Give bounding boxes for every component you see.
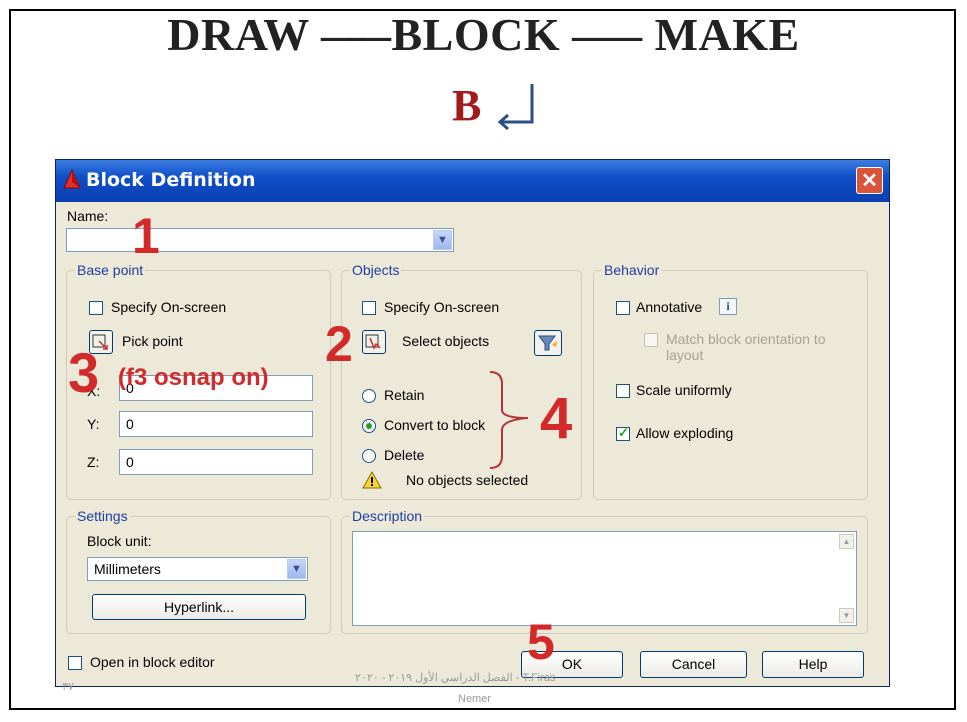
convert-label: Convert to block	[384, 417, 486, 433]
chevron-down-icon[interactable]: ▼	[287, 559, 306, 579]
checkmark-icon: ✓	[618, 425, 629, 440]
radio-selected-dot	[366, 423, 372, 429]
step-3-note: (f3 osnap on)	[118, 364, 269, 391]
scale-uniformly-checkbox[interactable]	[616, 384, 630, 398]
name-label: Name:	[67, 208, 109, 224]
select-objects-icon	[365, 334, 381, 350]
open-editor-label: Open in block editor	[90, 654, 215, 670]
annotative-label: Annotative	[636, 299, 703, 315]
pick-point-label: Pick point	[122, 333, 183, 349]
allow-exploding-checkbox[interactable]: ✓	[616, 425, 630, 441]
match-orientation-label: Match block orientation to layout	[666, 331, 826, 363]
page-number: ٣٧	[62, 681, 74, 693]
step-5-marker: 5	[527, 614, 555, 670]
z-field[interactable]: 0	[119, 449, 313, 475]
close-button[interactable]: ✕	[856, 167, 883, 194]
open-editor-checkbox[interactable]	[68, 656, 82, 670]
annotative-checkbox[interactable]	[616, 301, 630, 315]
z-value: 0	[126, 454, 134, 470]
objects-status: No objects selected	[406, 472, 529, 488]
behavior-group: Behavior Annotative i Match block orient…	[593, 262, 868, 500]
enter-arrow-icon	[497, 84, 534, 131]
help-button[interactable]: Help	[762, 651, 864, 678]
settings-group: Settings Block unit: Millimeters ▼ Hyper…	[66, 508, 331, 634]
base-specify-checkbox[interactable]	[89, 301, 103, 315]
select-objects-label: Select objects	[402, 333, 490, 349]
objects-specify-checkbox[interactable]	[362, 301, 376, 315]
convert-radio[interactable]	[362, 419, 376, 433]
quick-select-button[interactable]	[534, 330, 562, 356]
slide-footer: الفصل الدراسي الأول ٢٠١٩ - ٢٠٢٠ - T.Fira…	[355, 672, 556, 684]
step-3-marker: 3	[68, 341, 100, 404]
retain-radio[interactable]	[362, 389, 376, 403]
y-label: Y:	[87, 416, 100, 432]
y-value: 0	[126, 416, 134, 432]
step-2-marker: 2	[325, 316, 353, 372]
description-textarea[interactable]: ▲ ▼	[352, 531, 857, 626]
delete-radio[interactable]	[362, 449, 376, 463]
dialog-title: Block Definition	[86, 169, 256, 191]
description-group: Description ▲ ▼	[341, 508, 868, 634]
match-orientation-checkbox[interactable]	[644, 333, 658, 347]
filter-icon	[538, 335, 557, 351]
scale-uniformly-label: Scale uniformly	[636, 382, 732, 398]
base-specify-label: Specify On-screen	[111, 299, 227, 315]
select-objects-button[interactable]	[362, 330, 386, 354]
allow-exploding-label: Allow exploding	[636, 425, 734, 441]
objects-specify-label: Specify On-screen	[384, 299, 500, 315]
block-unit-select[interactable]: Millimeters ▼	[87, 557, 308, 581]
block-definition-dialog: Block Definition ✕ Name: ▼ Base point Sp…	[55, 159, 890, 687]
step-4-marker: 4	[540, 386, 573, 451]
step-1-marker: 1	[132, 208, 160, 264]
y-field[interactable]: 0	[119, 411, 313, 437]
chevron-down-icon[interactable]: ▼	[433, 230, 452, 250]
retain-label: Retain	[384, 387, 425, 403]
block-unit-value: Millimeters	[94, 561, 161, 577]
settings-title: Settings	[75, 508, 130, 524]
scroll-up-icon[interactable]: ▲	[839, 534, 854, 549]
name-combobox[interactable]: ▼	[66, 228, 454, 252]
titlebar: Block Definition ✕	[56, 160, 889, 202]
info-icon[interactable]: i	[719, 298, 737, 315]
scroll-down-icon[interactable]: ▼	[839, 608, 854, 623]
warning-icon	[362, 471, 382, 489]
objects-title: Objects	[350, 262, 402, 278]
description-title: Description	[350, 508, 425, 524]
behavior-title: Behavior	[602, 262, 662, 278]
block-unit-label: Block unit:	[87, 533, 152, 549]
delete-label: Delete	[384, 447, 425, 463]
cancel-button[interactable]: Cancel	[640, 651, 747, 678]
z-label: Z:	[87, 454, 100, 470]
close-icon: ✕	[861, 170, 878, 192]
slide-title: DRAW –––BLOCK ––– MAKE	[167, 9, 800, 60]
autocad-icon	[63, 168, 81, 189]
group-bracket	[489, 371, 529, 469]
key-letter: B	[452, 81, 482, 130]
hyperlink-button[interactable]: Hyperlink...	[92, 594, 306, 620]
slide-footer-name: Nemer	[458, 693, 492, 705]
